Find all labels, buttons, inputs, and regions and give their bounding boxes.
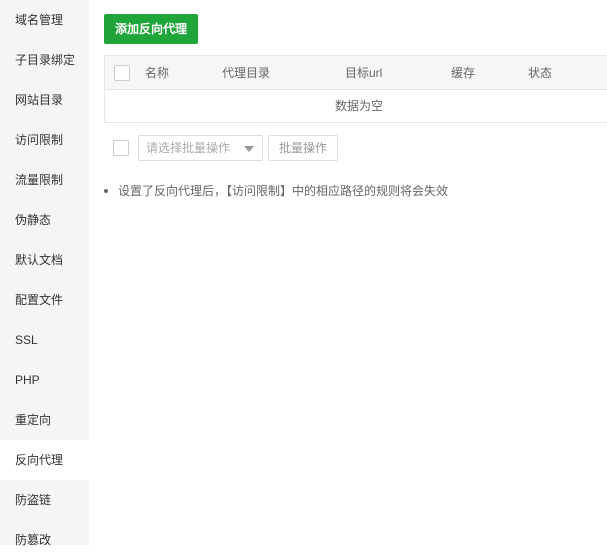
table-header: 名称 代理目录 目标url 缓存 状态	[105, 56, 607, 90]
sidebar-item-php[interactable]: PHP	[0, 360, 89, 400]
sidebar-item-default-document[interactable]: 默认文档	[0, 240, 89, 280]
sidebar-item-subdirectory-binding[interactable]: 子目录绑定	[0, 40, 89, 80]
sidebar-item-reverse-proxy[interactable]: 反向代理	[0, 440, 89, 480]
sidebar-item-redirect[interactable]: 重定向	[0, 400, 89, 440]
column-header-proxy-dir: 代理目录	[222, 66, 271, 80]
tip-text: 设置了反向代理后，【访问限制】中的相应路径的规则将会失效	[118, 184, 449, 198]
column-header-target-url: 目标url	[345, 66, 383, 80]
tip-item: 设置了反向代理后，【访问限制】中的相应路径的规则将会失效	[104, 183, 448, 199]
proxy-table: 名称 代理目录 目标url 缓存 状态 数据为空	[104, 55, 607, 123]
sidebar-item-config-file[interactable]: 配置文件	[0, 280, 89, 320]
column-header-cache: 缓存	[451, 66, 476, 80]
chevron-down-icon	[244, 146, 254, 152]
select-all-checkbox[interactable]	[114, 65, 130, 81]
sidebar-item-hotlink-protection[interactable]: 防盗链	[0, 480, 89, 520]
sidebar-item-site-directory[interactable]: 网站目录	[0, 80, 89, 120]
sidebar-item-domain-management[interactable]: 域名管理	[0, 0, 89, 40]
sidebar-item-tamper-protection[interactable]: 防篡改	[0, 520, 89, 560]
batch-select-placeholder: 请选择批量操作	[146, 141, 231, 155]
sidebar: 域名管理 子目录绑定 网站目录 访问限制 流量限制 伪静态 默认文档 配置文件 …	[0, 0, 89, 547]
empty-state-text: 数据为空	[334, 99, 383, 113]
add-reverse-proxy-button[interactable]: 添加反向代理	[104, 14, 198, 44]
column-header-status: 状态	[528, 66, 553, 80]
batch-checkbox[interactable]	[113, 140, 129, 156]
bullet-icon	[104, 188, 108, 193]
sidebar-item-access-restriction[interactable]: 访问限制	[0, 120, 89, 160]
batch-operation-button[interactable]: 批量操作	[268, 135, 338, 161]
column-header-name: 名称	[145, 66, 170, 80]
sidebar-item-traffic-limit[interactable]: 流量限制	[0, 160, 89, 200]
batch-operation-select[interactable]: 请选择批量操作	[138, 135, 263, 161]
sidebar-item-rewrite[interactable]: 伪静态	[0, 200, 89, 240]
sidebar-item-ssl[interactable]: SSL	[0, 320, 89, 360]
